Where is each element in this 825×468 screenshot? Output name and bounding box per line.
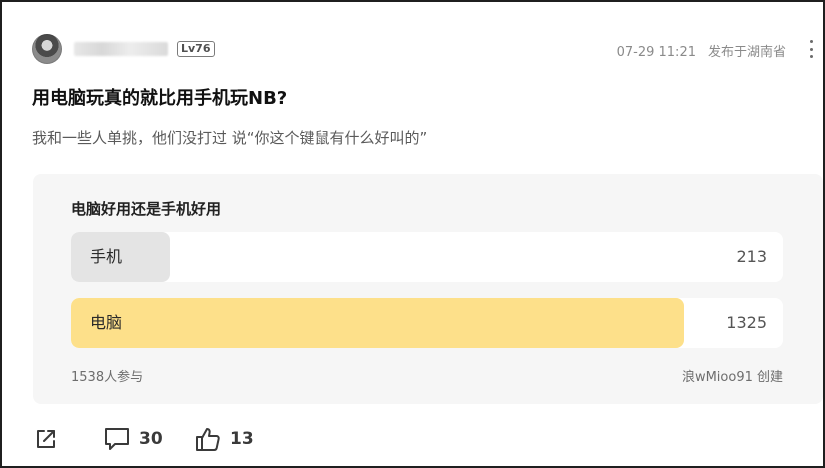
post-meta: 07-29 11:21 发布于湖南省 [617, 41, 786, 60]
thumbs-up-icon [196, 428, 220, 451]
poll-option-fill [71, 298, 685, 348]
poll-participants: 1538人参与 [71, 370, 144, 385]
comment-button[interactable]: 30 [103, 425, 163, 453]
post-title[interactable]: 用电脑玩真的就比用手机玩NB? [32, 84, 287, 110]
post-date: 07-29 11:21 [616, 45, 696, 60]
comment-count: 30 [139, 429, 163, 449]
poll-option-computer[interactable]: 电脑 1325 [71, 298, 783, 348]
post-body: 我和一些人单挑，他们没打过 说“你这个键鼠有什么好叫的” [32, 129, 428, 147]
post-location: 发布于湖南省 [707, 45, 786, 60]
like-count: 13 [230, 429, 254, 449]
poll-creator[interactable]: 浪wMioo91 创建 [682, 366, 783, 385]
poll-card: 电脑好用还是手机好用 手机 213 电脑 1325 1538人参与 浪wMioo… [33, 174, 823, 404]
share-button[interactable] [34, 425, 58, 453]
poll-option-count: 213 [736, 247, 767, 266]
username-blurred[interactable] [74, 42, 168, 56]
comment-icon [105, 428, 129, 450]
poll-option-label: 手机 [90, 247, 123, 266]
level-badge: Lv76 [177, 41, 215, 57]
poll-option-count: 1325 [726, 313, 767, 332]
share-icon [37, 430, 55, 448]
poll-option-phone[interactable]: 手机 213 [71, 232, 783, 282]
poll-title: 电脑好用还是手机好用 [71, 200, 222, 218]
poll-option-label: 电脑 [90, 313, 123, 332]
avatar[interactable] [32, 34, 62, 64]
like-button[interactable]: 13 [194, 425, 254, 453]
more-icon[interactable] [807, 40, 815, 58]
